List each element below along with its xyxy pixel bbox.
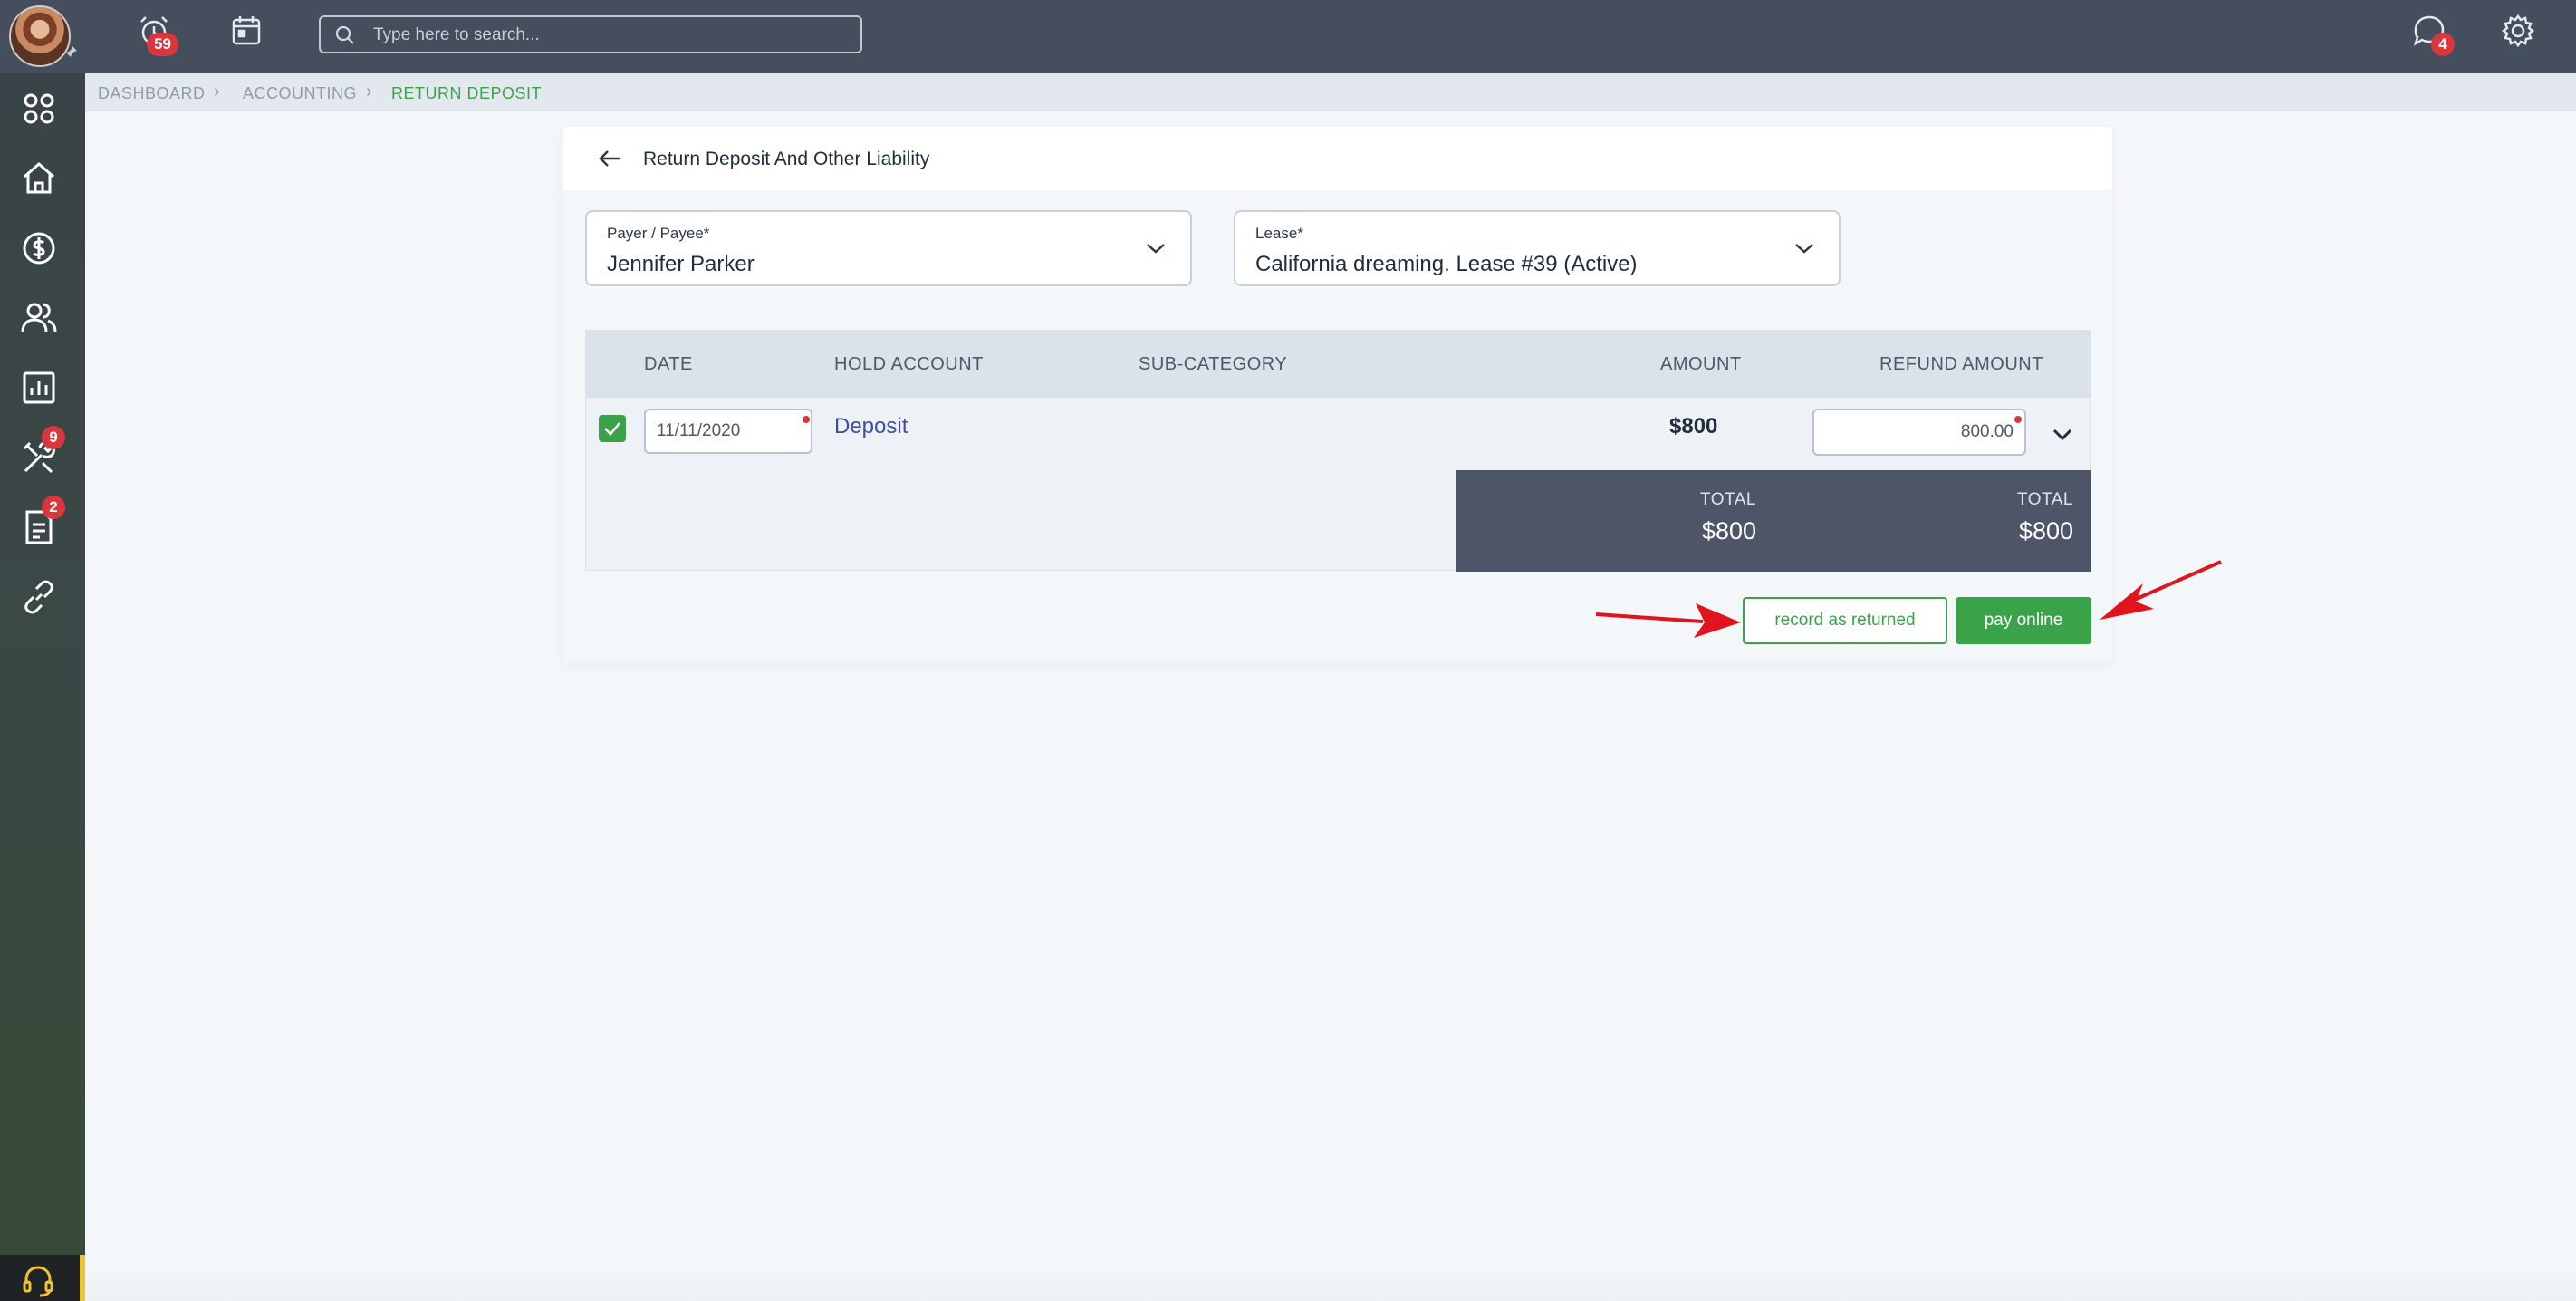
totals-bar: TOTAL $800 TOTAL $800	[1456, 470, 2091, 572]
breadcrumb-dashboard[interactable]: DASHBOARD	[98, 84, 206, 103]
required-dot	[2014, 416, 2022, 423]
column-header-sub-category: SUB-CATEGORY	[1139, 354, 1288, 374]
lease-select[interactable]: Lease* California dreaming. Lease #39 (A…	[1234, 210, 1841, 286]
sidebar-item-maintenance[interactable]: 9	[18, 426, 65, 478]
hold-account-link[interactable]: Deposit	[834, 414, 908, 439]
breadcrumb-chevron-icon: ›	[366, 82, 372, 101]
link-icon	[24, 580, 53, 614]
pin-icon	[65, 45, 78, 58]
maintenance-badge: 9	[42, 426, 65, 449]
user-avatar[interactable]	[9, 5, 71, 67]
calendar-icon	[232, 16, 261, 45]
refund-amount-input[interactable]	[1812, 409, 2026, 456]
gear-icon	[2501, 14, 2535, 48]
payer-select[interactable]: Payer / Payee* Jennifer Parker	[585, 210, 1192, 286]
record-as-returned-button[interactable]: record as returned	[1743, 597, 1947, 644]
chevron-down-icon	[1147, 244, 1165, 254]
annotation-arrow-right-icon	[1595, 603, 1741, 638]
column-header-hold-account: HOLD ACCOUNT	[834, 354, 984, 374]
back-button[interactable]	[596, 145, 623, 172]
payer-label: Payer / Payee*	[607, 225, 710, 242]
row-expand-button[interactable]	[2050, 421, 2075, 447]
documents-badge: 2	[42, 496, 65, 519]
column-header-date: DATE	[644, 354, 693, 374]
sidebar-item-apps[interactable]	[18, 88, 60, 130]
page-footer-fade	[85, 1265, 2576, 1301]
search-input[interactable]	[373, 23, 844, 48]
pay-online-button[interactable]: pay online	[1956, 597, 2091, 644]
date-input[interactable]	[644, 409, 812, 454]
chevron-down-icon	[1795, 244, 1813, 254]
home-icon	[24, 162, 54, 194]
dollar-circle-icon	[23, 232, 55, 265]
sidebar-item-documents[interactable]: 2	[18, 496, 65, 548]
table-header: DATE HOLD ACCOUNT SUB-CATEGORY AMOUNT RE…	[586, 331, 2091, 398]
chevron-down-icon	[2052, 429, 2072, 441]
search-bar[interactable]	[319, 15, 862, 53]
headset-icon	[23, 1266, 53, 1297]
sidebar-item-links[interactable]	[18, 576, 60, 618]
top-bar: 59 4	[0, 0, 2576, 73]
apps-grid-icon	[24, 93, 54, 124]
amount-total-value: $800	[1701, 517, 1756, 544]
annotation-arrow-left-icon	[2100, 560, 2222, 620]
sidebar-item-accounting[interactable]	[18, 227, 60, 269]
lease-label: Lease*	[1255, 225, 1303, 242]
checkmark-icon	[604, 422, 620, 436]
settings-button[interactable]	[2500, 13, 2542, 54]
calendar-button[interactable]	[228, 13, 270, 54]
alarm-notifications-button[interactable]: 59	[136, 13, 178, 56]
amount-value: $800	[1669, 414, 1718, 438]
search-icon	[335, 25, 354, 44]
breadcrumb-chevron-icon: ›	[214, 82, 220, 101]
breadcrumb: DASHBOARD › ACCOUNTING › RETURN DEPOSIT	[85, 73, 2576, 111]
column-header-refund-amount: REFUND AMOUNT	[1879, 354, 2043, 374]
refund-total-value: $800	[2018, 517, 2073, 544]
deposit-table: DATE HOLD ACCOUNT SUB-CATEGORY AMOUNT RE…	[585, 330, 2091, 572]
sidebar-item-home[interactable]	[18, 158, 60, 199]
arrow-left-icon	[599, 150, 620, 167]
refund-total-label: TOTAL	[2017, 490, 2073, 509]
required-dot	[803, 416, 810, 423]
sidebar-item-reports[interactable]	[18, 367, 60, 409]
breadcrumb-return-deposit: RETURN DEPOSIT	[391, 84, 543, 102]
payer-value: Jennifer Parker	[607, 252, 755, 276]
sidebar: 9 2	[0, 73, 85, 1301]
bar-chart-icon	[23, 371, 55, 404]
people-icon	[21, 303, 57, 332]
support-button[interactable]	[0, 1255, 85, 1301]
amount-total-label: TOTAL	[1700, 490, 1756, 509]
messages-badge: 4	[2431, 33, 2455, 56]
breadcrumb-accounting[interactable]: ACCOUNTING	[243, 84, 357, 103]
card-header: Return Deposit And Other Liability	[563, 127, 2112, 190]
notifications-badge: 59	[147, 33, 178, 56]
sidebar-item-people[interactable]	[18, 297, 60, 339]
row-select-checkbox[interactable]	[599, 415, 626, 442]
page-title: Return Deposit And Other Liability	[643, 149, 930, 169]
lease-value: California dreaming. Lease #39 (Active)	[1255, 252, 1638, 276]
messages-button[interactable]: 4	[2411, 13, 2455, 56]
return-deposit-card: Return Deposit And Other Liability Payer…	[563, 127, 2112, 663]
column-header-amount: AMOUNT	[1660, 354, 1742, 374]
